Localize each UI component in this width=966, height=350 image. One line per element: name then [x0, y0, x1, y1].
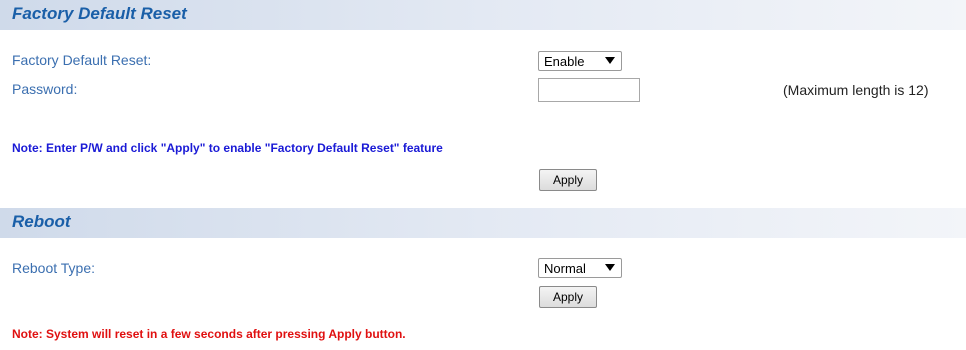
factory-reset-title: Factory Default Reset: [12, 4, 187, 23]
factory-reset-apply-button[interactable]: Apply: [539, 169, 597, 191]
factory-reset-label: Factory Default Reset:: [12, 52, 152, 68]
password-input[interactable]: [538, 78, 640, 102]
reboot-note: Note: System will reset in a few seconds…: [12, 327, 406, 341]
reboot-title: Reboot: [12, 212, 71, 231]
password-hint: (Maximum length is 12): [783, 82, 929, 98]
reboot-type-select-value: Normal: [544, 261, 586, 276]
reboot-header: Reboot: [0, 208, 966, 238]
factory-reset-select-value: Enable: [544, 54, 585, 69]
chevron-down-icon: [605, 57, 615, 64]
reboot-type-label: Reboot Type:: [12, 260, 96, 276]
reboot-type-select[interactable]: Normal: [538, 258, 622, 278]
factory-reset-header: Factory Default Reset: [0, 0, 966, 30]
reboot-apply-button[interactable]: Apply: [539, 286, 597, 308]
password-label: Password:: [12, 81, 78, 97]
factory-reset-note: Note: Enter P/W and click "Apply" to ena…: [12, 141, 443, 155]
chevron-down-icon: [605, 264, 615, 271]
factory-reset-select[interactable]: Enable: [538, 51, 622, 71]
